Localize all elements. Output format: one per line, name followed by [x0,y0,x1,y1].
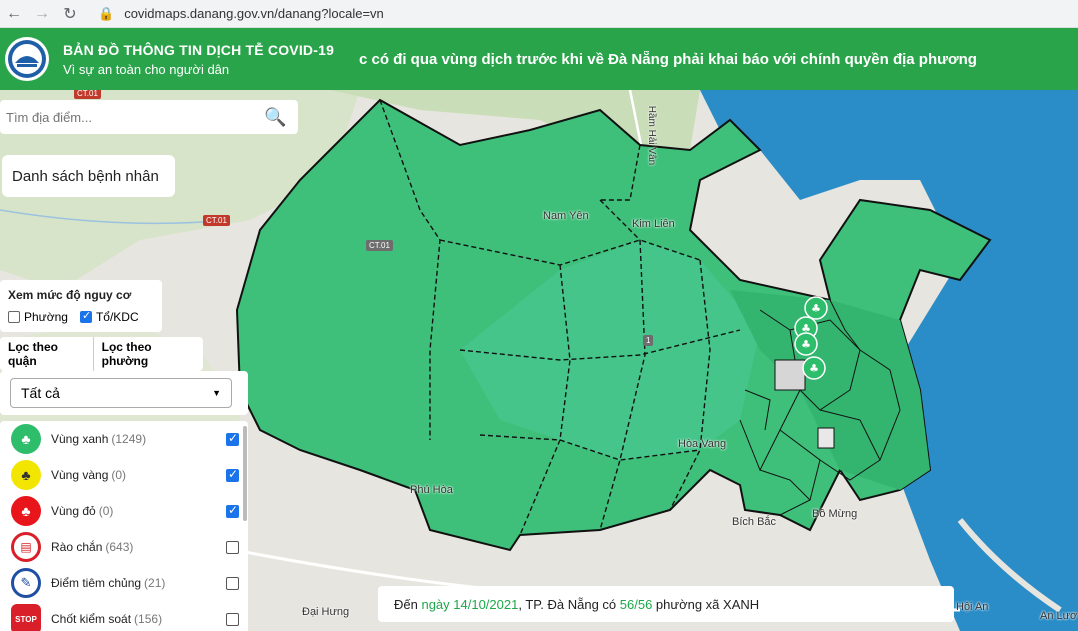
legend-count: (643) [105,540,134,554]
legend-count: (156) [134,612,163,626]
road-tag-ct01-top: CT.01 [74,90,101,99]
search-input[interactable] [6,109,256,125]
map-label-nam-yen: Nam Yên [543,210,589,222]
svg-text:♣: ♣ [801,338,811,351]
status-prefix: Đến [394,596,422,612]
ward-checkbox-label: Phường [24,310,68,324]
site-header: BẢN ĐỒ THÔNG TIN DỊCH TỄ COVID-19 Vì sự … [0,28,1078,90]
status-date: ngày 14/10/2021 [421,596,519,612]
road-tag-ct01-center: CT.01 [366,240,393,251]
road-tag-ct01-west: CT.01 [203,215,230,226]
legend-label: Vùng xanh [51,432,109,446]
legend-count: (0) [98,504,114,518]
tree-icon: ♣ [11,424,41,454]
district-select[interactable]: Tất cả ▼ [10,378,232,408]
site-subtitle: Vì sự an toàn cho người dân [63,61,230,77]
road-tag-route-1: 1 [643,335,654,346]
map-label-phu-hoa: Phú Hòa [410,484,453,496]
legend-item-barrier: ▤ Rào chắn (643) [0,529,248,565]
caret-down-icon: ▼ [212,388,221,398]
risk-level-heading: Xem mức độ nguy cơ [8,288,132,302]
risk-level-panel: Xem mức độ nguy cơ Phường Tổ/KDC [0,280,162,332]
tab-filter-district[interactable]: Lọc theo quận [0,337,94,371]
map-label-dai-hung: Đại Hưng [302,606,350,618]
announcement-marquee: c có đi qua vùng dịch trước khi về Đà Nẵ… [359,50,977,68]
forward-arrow-icon[interactable]: → [28,0,56,28]
legend-checkbox-vaccination[interactable] [226,576,239,590]
map-label-bich-bac: Bích Bắc [732,516,777,528]
legend-item-red-zone: ♣ Vùng đỏ (0) [0,493,248,529]
barrier-icon: ▤ [11,532,41,562]
map-label-an-luong: An Lươ [1040,610,1078,622]
legend-label: Chốt kiểm soát [51,612,132,626]
filter-tabs: Lọc theo quận Lọc theo phường [0,337,203,371]
svg-text:♣: ♣ [811,302,821,315]
legend-label: Rào chắn [51,540,103,554]
danang-logo-icon[interactable] [5,37,49,81]
map-label-kim-lien: Kim Liên [632,218,675,230]
legend-count: (21) [144,576,166,590]
lock-icon: 🔒 [98,5,115,21]
legend-item-vaccination: ✎ Điểm tiêm chủng (21) [0,565,248,601]
browser-toolbar: ← → ↻ 🔒 covidmaps.danang.gov.vn/danang?l… [0,0,1078,28]
url-text: covidmaps.danang.gov.vn/danang?locale=vn [124,6,384,21]
search-icon[interactable]: 🔍 [264,107,286,128]
svg-text:♣: ♣ [809,362,819,375]
district-select-panel: Tất cả ▼ [0,371,248,415]
site-title: BẢN ĐỒ THÔNG TIN DỊCH TỄ COVID-19 [63,41,335,58]
legend-checkbox-yellow-zone[interactable] [226,467,239,482]
legend-checkbox-barrier[interactable] [226,540,239,554]
status-summary: Đến ngày 14/10/2021 , TP. Đà Nẵng có 56/… [378,586,954,622]
legend-label: Vùng đỏ [51,504,96,518]
status-suffix: phường xã XANH [652,596,760,612]
legend-checkbox-red-zone[interactable] [226,503,239,518]
map-label-hoi-an: Hội An [956,601,989,613]
syringe-icon: ✎ [11,568,41,598]
back-arrow-icon[interactable]: ← [0,0,28,28]
legend-scrollbar[interactable] [243,426,247,521]
legend-count: (0) [111,468,127,482]
stop-icon: STOP [11,604,41,631]
tab-filter-ward[interactable]: Lọc theo phường [94,337,203,371]
legend-label: Vùng vàng [51,468,109,482]
legend-checkbox-checkpoint[interactable] [226,612,239,626]
map-label-bo-mung: Bồ Mừng [812,508,858,520]
legend-count: (1249) [111,432,147,446]
ward-checkbox[interactable] [8,311,20,323]
map-label-hoa-vang: Hòa Vang [678,438,727,450]
legend-panel: ♣ Vùng xanh(1249) ♣ Vùng vàng(0) ♣ Vùng … [0,421,248,631]
map-label-hai-van-tunnel: Hầm Hải Vân [646,105,658,166]
patient-list-button[interactable]: Danh sách bệnh nhân [2,155,175,197]
tree-icon: ♣ [11,496,41,526]
group-checkbox[interactable] [79,309,92,323]
search-box: 🔍 [0,100,298,134]
address-bar[interactable]: 🔒 covidmaps.danang.gov.vn/danang?locale=… [90,3,392,25]
status-middle: , TP. Đà Nẵng có [518,596,620,612]
status-ratio: 56/56 [619,596,653,612]
tree-icon: ♣ [11,460,41,490]
legend-item-checkpoint: STOP Chốt kiểm soát (156) [0,601,248,631]
reload-icon[interactable]: ↻ [56,0,84,28]
district-select-value: Tất cả [21,385,60,401]
legend-label: Điểm tiêm chủng [51,576,142,590]
group-checkbox-label: Tổ/KDC [95,310,139,324]
legend-item-yellow-zone: ♣ Vùng vàng (0) [0,457,248,493]
legend-checkbox-green-zone[interactable] [226,431,239,446]
legend-item-green-zone: ♣ Vùng xanh (1249) [0,421,248,457]
